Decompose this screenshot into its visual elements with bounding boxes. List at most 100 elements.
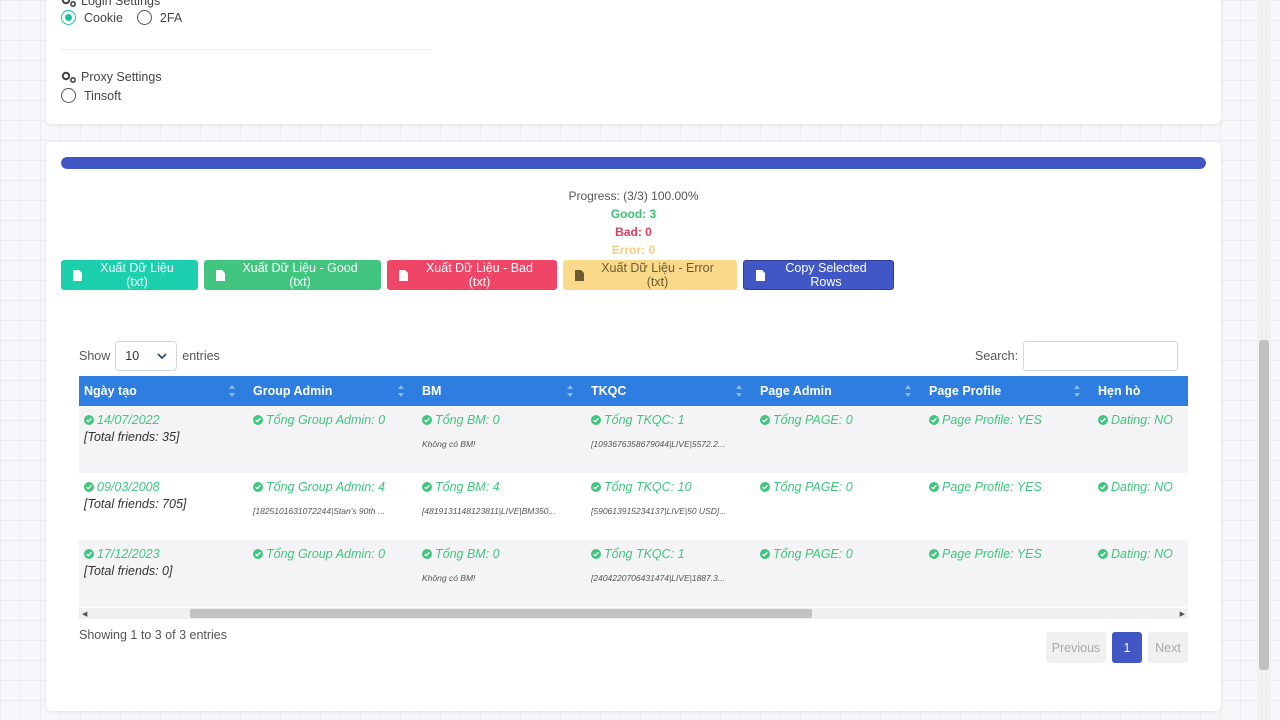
- file-icon: [399, 269, 408, 281]
- login-method-group: Cookie 2FA: [61, 10, 182, 25]
- table-header-row: Ngày tạo Group Admin BM TKQC Page Admin Page …: [79, 376, 1188, 406]
- page-admin-total-text: Tổng PAGE: 0: [773, 480, 853, 494]
- check-circle-icon: [253, 415, 263, 425]
- check-circle-icon: [1098, 415, 1108, 425]
- horizontal-scrollbar[interactable]: ◀ ▶: [79, 608, 1188, 619]
- check-circle-icon: [1098, 549, 1108, 559]
- group-admin-total-text: Tổng Group Admin: 0: [266, 547, 386, 561]
- export-error-label: Xuất Dữ Liệu - Error (txt): [601, 261, 714, 289]
- cookie-radio[interactable]: [61, 10, 76, 25]
- scroll-right-icon[interactable]: ▶: [1180, 610, 1185, 618]
- page-profile-status-text: Page Profile: YES: [942, 480, 1042, 494]
- dating-status: Dating: NO: [1098, 547, 1188, 561]
- show-label: Show: [79, 349, 111, 363]
- check-circle-icon: [929, 482, 939, 492]
- vertical-scrollbar[interactable]: [1257, 0, 1271, 720]
- dating-status-text: Dating: NO: [1111, 547, 1173, 561]
- created-date-text: 14/07/2022: [97, 413, 160, 427]
- group-admin-total: Tổng Group Admin: 0: [253, 413, 412, 427]
- page-profile-status: Page Profile: YES: [929, 413, 1088, 427]
- page-1-button[interactable]: 1: [1112, 632, 1142, 663]
- export-good-label: Xuất Dữ Liệu - Good (txt): [242, 261, 358, 289]
- bm-total: Tổng BM: 4: [422, 480, 581, 494]
- page-profile-status-text: Page Profile: YES: [942, 547, 1042, 561]
- column-header-label: BM: [422, 384, 442, 398]
- scroll-left-icon[interactable]: ◀: [82, 610, 87, 618]
- sort-icon: [398, 385, 404, 397]
- column-header[interactable]: BM: [417, 376, 586, 406]
- table-cell: Tổng BM: 0 Không có BM!: [417, 540, 586, 607]
- table-row[interactable]: 09/03/2008 [Total friends: 705] Tổng Group…: [79, 473, 1188, 540]
- column-header[interactable]: Hẹn hò: [1093, 376, 1188, 406]
- settings-card: Login Settings Cookie 2FA Proxy Settings…: [46, 0, 1221, 124]
- column-header-label: Ngày tạo: [84, 384, 137, 398]
- export-all-button[interactable]: Xuất Dữ Liệu (txt): [61, 260, 198, 290]
- horizontal-scroll-thumb[interactable]: [190, 609, 812, 618]
- group-admin-total: Tổng Group Admin: 0: [253, 547, 412, 561]
- tinsoft-radio-option[interactable]: Tinsoft: [61, 88, 121, 103]
- previous-page-button[interactable]: Previous: [1046, 632, 1106, 663]
- column-header[interactable]: Page Admin: [755, 376, 924, 406]
- vertical-scroll-thumb[interactable]: [1259, 340, 1269, 670]
- proxy-group: Tinsoft: [61, 88, 121, 103]
- table-body: 14/07/2022 [Total friends: 35] Tổng Group …: [79, 406, 1188, 607]
- check-circle-icon: [929, 549, 939, 559]
- table-row[interactable]: 17/12/2023 [Total friends: 0] Tổng Group A…: [79, 540, 1188, 607]
- cookie-radio-option[interactable]: Cookie: [61, 10, 123, 25]
- column-header[interactable]: TKQC: [586, 376, 755, 406]
- entries-select[interactable]: 10: [115, 341, 178, 371]
- results-card: Progress: (3/3) 100.00% Good: 3 Bad: 0 E…: [46, 142, 1221, 711]
- table-cell: Dating: NO: [1093, 540, 1188, 607]
- 2fa-radio-option[interactable]: 2FA: [136, 10, 183, 25]
- column-header[interactable]: Page Profile: [924, 376, 1093, 406]
- bm-total: Tổng BM: 0: [422, 547, 581, 561]
- check-circle-icon: [84, 415, 94, 425]
- tkqc-detail: [2404220706431474|LIVE|1887.3...: [591, 573, 725, 583]
- progress-bar-fill: [61, 157, 1206, 169]
- page-admin-total: Tổng PAGE: 0: [760, 413, 919, 427]
- tinsoft-label: Tinsoft: [84, 88, 122, 103]
- export-bad-button[interactable]: Xuất Dữ Liệu - Bad (txt): [387, 260, 557, 290]
- table-row[interactable]: 14/07/2022 [Total friends: 35] Tổng Group …: [79, 406, 1188, 473]
- entries-value: 10: [125, 349, 140, 363]
- search-label: Search:: [975, 349, 1019, 363]
- entries-label: entries: [182, 349, 220, 363]
- results-table-wrapper: Ngày tạo Group Admin BM TKQC Page Admin Page …: [79, 376, 1188, 620]
- sort-icon: [229, 385, 235, 397]
- bm-detail: Không có BM!: [422, 439, 476, 449]
- sort-icon: [905, 385, 911, 397]
- proxy-settings-title: Proxy Settings: [61, 70, 162, 84]
- column-header-label: TKQC: [591, 384, 627, 398]
- dating-status-text: Dating: NO: [1111, 413, 1173, 427]
- progress-bar: [61, 157, 1206, 169]
- proxy-settings-label: Proxy Settings: [81, 70, 162, 84]
- 2fa-radio[interactable]: [136, 10, 152, 25]
- table-cell: Tổng PAGE: 0: [755, 473, 924, 540]
- bm-total-text: Tổng BM: 0: [435, 547, 500, 561]
- bm-detail: Không có BM!: [422, 573, 476, 583]
- entries-length-control: Show 10 entries: [79, 341, 220, 371]
- column-header[interactable]: Group Admin: [248, 376, 417, 406]
- search-input[interactable]: [1023, 341, 1179, 371]
- export-error-button[interactable]: Xuất Dữ Liệu - Error (txt): [563, 260, 737, 290]
- settings-divider: [61, 49, 431, 50]
- table-cell: 09/03/2008 [Total friends: 705]: [79, 473, 248, 540]
- progress-text: Progress: (3/3) 100.00%: [568, 189, 699, 203]
- next-page-button[interactable]: Next: [1148, 632, 1188, 663]
- column-header[interactable]: Ngày tạo: [79, 376, 248, 406]
- check-circle-icon: [929, 415, 939, 425]
- results-table: Ngày tạo Group Admin BM TKQC Page Admin Page …: [79, 376, 1188, 607]
- check-circle-icon: [422, 415, 432, 425]
- created-date: 17/12/2023: [84, 547, 243, 561]
- tinsoft-radio[interactable]: [61, 88, 76, 103]
- created-date: 09/03/2008: [84, 480, 243, 494]
- export-good-button[interactable]: Xuất Dữ Liệu - Good (txt): [204, 260, 381, 290]
- 2fa-label: 2FA: [159, 10, 183, 25]
- tkqc-total-text: Tổng TKQC: 10: [604, 480, 692, 494]
- table-cell: Dating: NO: [1093, 406, 1188, 473]
- login-settings-label: Login Settings: [81, 0, 161, 8]
- table-cell: 14/07/2022 [Total friends: 35]: [79, 406, 248, 473]
- table-cell: Tổng PAGE: 0: [755, 406, 924, 473]
- copy-selected-button[interactable]: Copy Selected Rows: [743, 260, 894, 290]
- page-admin-total: Tổng PAGE: 0: [760, 480, 919, 494]
